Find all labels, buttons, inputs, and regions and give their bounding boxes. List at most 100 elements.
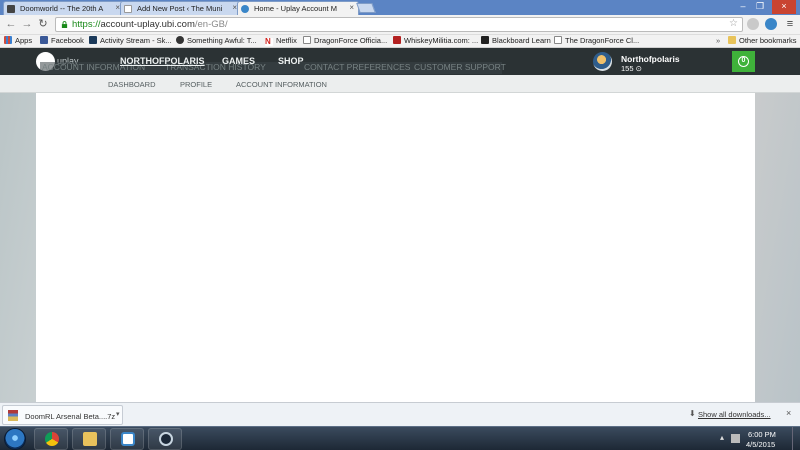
forward-arrow-icon[interactable]: → [20,17,34,31]
bookmark-activity-stream[interactable]: Activity Stream - Sk... [89,36,172,45]
chevron-down-icon[interactable]: ▾ [116,410,120,418]
bookmark-label: Netflix [276,36,297,45]
bookmark-whiskeymilitia[interactable]: WhiskeyMilitia.com: ... [393,36,478,45]
user-points: 155 ⊙ [621,64,642,73]
reload-icon[interactable]: ↻ [36,17,50,31]
taskbar-chrome[interactable] [34,428,68,450]
whiskeymilitia-icon [393,36,401,44]
maximize-button[interactable]: ❐ [752,0,768,14]
new-tab-button[interactable] [356,3,376,13]
bookmark-label: Activity Stream - Sk... [100,36,172,45]
close-icon[interactable]: × [349,3,354,12]
notification-count: 0 [738,56,749,67]
uplay-extension-icon[interactable] [765,18,777,30]
sub-navigation: DASHBOARD PROFILE ACCOUNT INFORMATION [0,75,800,93]
ghost-nav-customer-support: CUSTOMER SUPPORT [414,62,506,72]
close-icon[interactable]: × [786,408,791,418]
uplay-favicon-icon [241,5,249,13]
url-path: /en-GB/ [194,19,228,30]
download-item[interactable]: DoomRL Arsenal Beta....7z ▾ [2,405,123,425]
taskbar-explorer[interactable] [72,428,106,450]
bookmark-label: Facebook [51,36,84,45]
window-close-button[interactable]: × [772,0,796,14]
chrome-icon [45,432,59,446]
folder-icon [728,36,736,44]
nav-shop[interactable]: SHOP [278,56,304,66]
bookmark-dragonforce-club[interactable]: The DragonForce Cl... [554,36,639,45]
content-panel [36,93,755,402]
uplay-icon [121,432,135,446]
avatar[interactable] [593,52,612,71]
download-filename: DoomRL Arsenal Beta....7z [25,412,116,421]
bookmark-label: Other bookmarks [739,36,797,45]
clock-time[interactable]: 6:00 PM [748,430,776,439]
bookmark-label: Blackboard Learn [492,36,551,45]
lock-icon [61,21,68,28]
subnav-profile[interactable]: PROFILE [180,80,212,89]
tab-strip: Doomworld -- The 20th A × Add New Post ‹… [0,0,800,15]
show-all-downloads-link[interactable]: Show all downloads... [698,410,771,419]
download-arrow-icon: ⬇ [689,409,696,418]
tab-doomworld[interactable]: Doomworld -- The 20th A × [3,1,125,15]
show-desktop-button[interactable] [792,427,800,450]
menu-icon[interactable]: ≡ [783,17,797,31]
bookmark-label: Apps [15,36,33,45]
uplay-top-bar: uplay ACCOUNT INFORMATION TRANSACTION HI… [0,48,800,75]
clock-date[interactable]: 4/5/2015 [746,440,775,449]
start-button[interactable] [4,428,26,450]
windows-taskbar: ▴ 6:00 PM 4/5/2015 [0,426,800,450]
taskbar-uplay[interactable] [110,428,144,450]
facebook-icon [40,36,48,44]
bookmarks-overflow-icon[interactable]: » [716,36,720,45]
bookmarks-bar: Apps Facebook Activity Stream - Sk... So… [0,35,800,48]
tray-expand-icon[interactable]: ▴ [720,433,724,442]
units-coin-icon: ⊙ [635,64,642,73]
tab-label: Add New Post ‹ The Muni [137,4,223,13]
tab-uplay-home[interactable]: Home - Uplay Account M × [237,1,359,15]
subnav-dashboard[interactable]: DASHBOARD [108,80,156,89]
page-icon [303,36,311,44]
nav-northofpolaris[interactable]: NORTHOFPOLARIS [120,56,205,66]
url-host: account-uplay.ubi.com [100,19,195,30]
taskbar-steam[interactable] [148,428,182,450]
address-bar[interactable]: https://account-uplay.ubi.com/en-GB/ ☆ [55,17,743,32]
subnav-account-information[interactable]: ACCOUNT INFORMATION [236,80,327,89]
nav-games[interactable]: GAMES [222,56,255,66]
ghost-nav-contact-preferences: CONTACT PREFERENCES [304,62,411,72]
page-favicon-icon [124,5,132,13]
folder-icon [83,432,97,446]
bookmark-other[interactable]: Other bookmarks [728,36,797,45]
tab-label: Doomworld -- The 20th A [20,4,104,13]
back-arrow-icon[interactable]: ← [4,17,18,31]
minimize-button[interactable]: – [735,0,751,14]
bookmark-star-icon[interactable]: ☆ [729,18,738,29]
blackboard-icon [481,36,489,44]
url-text: https://account-uplay.ubi.com/en-GB/ [72,19,228,30]
steam-icon [159,432,173,446]
bookmark-label: DragonForce Officia... [314,36,388,45]
bookmark-label: Something Awful: T... [187,36,257,45]
download-shelf: DoomRL Arsenal Beta....7z ▾ ⬇ Show all d… [0,402,800,426]
apps-grid-icon [4,36,12,44]
bookmark-blackboard[interactable]: Blackboard Learn [481,36,551,45]
user-name[interactable]: Northofpolaris [621,54,680,64]
bookmark-apps[interactable]: Apps [4,36,32,45]
tab-add-new-post[interactable]: Add New Post ‹ The Muni × [120,1,242,15]
notifications-button[interactable]: 0 [732,51,755,72]
netflix-icon: N [265,38,273,46]
adblock-extension-icon[interactable] [747,18,759,30]
tab-label: Home - Uplay Account M [254,4,337,13]
something-awful-icon [176,36,184,44]
archive-file-icon [8,410,18,421]
bookmark-something-awful[interactable]: Something Awful: T... [176,36,257,45]
steam-community-icon [89,36,97,44]
bookmark-facebook[interactable]: Facebook [40,36,84,45]
doomworld-favicon-icon [7,5,15,13]
bookmark-dragonforce[interactable]: DragonForce Officia... [303,36,387,45]
page-icon [554,36,562,44]
network-icon[interactable] [731,434,740,443]
bookmark-label: WhiskeyMilitia.com: ... [404,36,479,45]
bookmark-netflix[interactable]: N Netflix [265,36,297,46]
bookmark-label: The DragonForce Cl... [565,36,640,45]
points-value: 155 [621,64,634,73]
